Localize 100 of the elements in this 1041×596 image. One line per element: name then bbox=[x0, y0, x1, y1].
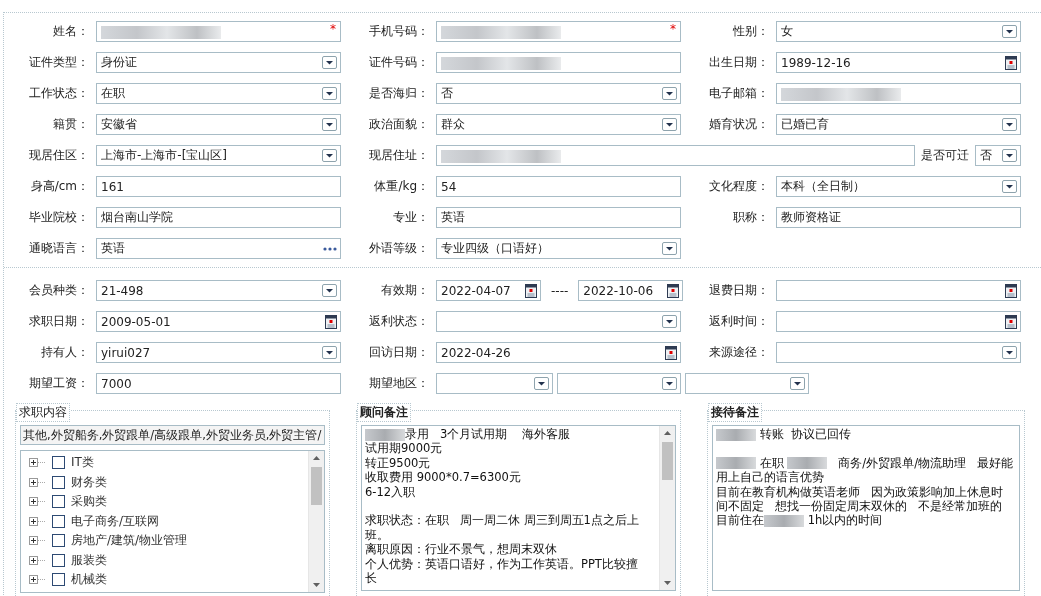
field-value: 否 bbox=[441, 85, 454, 102]
note-text: 在职 bbox=[758, 455, 785, 470]
field-value: 群众 bbox=[441, 116, 466, 133]
field-value: 1989-12-16 bbox=[781, 55, 852, 70]
field-value: 161 bbox=[101, 179, 125, 194]
note-text: 目前住在 bbox=[716, 513, 764, 528]
field-value: 英语 bbox=[441, 209, 466, 226]
text-field[interactable]: 161 bbox=[96, 176, 341, 197]
dropdown-field[interactable]: 本科（全日制） bbox=[776, 176, 1021, 197]
required-mark: * bbox=[670, 22, 676, 36]
dropdown-field[interactable]: 在职 bbox=[96, 83, 341, 104]
dropdown-field[interactable]: 已婚已育 bbox=[776, 114, 1021, 135]
panel-legend: 顾问备注 bbox=[357, 403, 411, 422]
dropdown-field[interactable]: 21-498 bbox=[96, 280, 341, 301]
field-label: 文化程度： bbox=[708, 178, 770, 195]
field-label: 体重/kg： bbox=[373, 178, 430, 195]
field-label: 有效期： bbox=[380, 282, 430, 299]
tree-item[interactable]: 房地产/建筑/物业管理 bbox=[71, 532, 188, 550]
date-field[interactable]: 2009-05-01 bbox=[96, 311, 341, 332]
note-text: 长 bbox=[365, 570, 377, 585]
field-value: yirui027 bbox=[101, 345, 152, 360]
note-text: 转正9500元 bbox=[365, 455, 431, 470]
field-label: 是否海归： bbox=[368, 85, 430, 102]
note-text: 用上自己的语言优势 bbox=[716, 470, 824, 485]
note-text: 试用期9000元 bbox=[365, 441, 443, 456]
field-value: 烟台南山学院 bbox=[101, 209, 174, 226]
note-text: 离职原因：行业不景气，想周末双休 bbox=[365, 542, 557, 557]
dropdown-field[interactable]: 群众 bbox=[436, 114, 681, 135]
date-field[interactable]: 2022-04-07 bbox=[436, 280, 541, 301]
field-value: 2022-10-06 bbox=[583, 283, 655, 298]
field-label: 通晓语言： bbox=[28, 240, 90, 257]
text-field[interactable]: 英语 bbox=[436, 207, 681, 228]
field-label: 籍贯： bbox=[52, 116, 90, 133]
field-label: 工作状态： bbox=[28, 85, 90, 102]
date-field[interactable]: 2022-04-26 bbox=[436, 342, 681, 363]
text-field[interactable]: 7000 bbox=[96, 373, 341, 394]
field-label: 期望工资： bbox=[28, 375, 90, 392]
note-text: 求职状态：在职 周一周二休 周三到周五1点之后上 bbox=[365, 513, 639, 528]
summary-field[interactable]: 其他,外贸船务,外贸跟单/高级跟单,外贸业务员,外贸主管/ bbox=[20, 425, 325, 445]
field-value: 2022-04-26 bbox=[441, 345, 512, 360]
dropdown-field[interactable]: 否 bbox=[436, 83, 681, 104]
field-label: 姓名： bbox=[52, 23, 90, 40]
text-field[interactable]: * bbox=[436, 21, 681, 42]
field-value: 2022-04-07 bbox=[441, 283, 512, 298]
note-text: 收取费用 9000*0.7=6300元 bbox=[365, 470, 521, 485]
note-text: 商务/外贸跟单/物流助理 最好能 bbox=[837, 455, 1013, 470]
tree-item[interactable]: 电子商务/互联网 bbox=[71, 512, 160, 530]
field-value: 已婚已育 bbox=[781, 116, 830, 133]
notes-area[interactable]: 录用 3个月试用期 海外客服 试用期9000元 转正9500元 收取费用 9000*0.7=6300元 6-12入职 求职状态：在职 周一周二休 周三到周五1点之后上 班。 离职原因：行业不景气，想周末双休 个人优势：英语口语好，作为工作英语。PPT比较擅 长 bbox=[361, 425, 676, 591]
text-field[interactable]: 54 bbox=[436, 176, 681, 197]
dropdown-field[interactable]: yirui027 bbox=[96, 342, 341, 363]
field-value: 上海市-上海市-[宝山区] bbox=[101, 147, 229, 164]
field-value: 安徽省 bbox=[101, 116, 138, 133]
field-label: 返利状态： bbox=[368, 313, 430, 330]
dropdown-field[interactable]: 否 bbox=[975, 145, 1021, 166]
field-label: 是否可迁 bbox=[920, 147, 970, 164]
field-value: 教师资格证 bbox=[781, 209, 842, 226]
required-mark: * bbox=[330, 22, 336, 36]
panel-legend: 求职内容 bbox=[16, 403, 70, 422]
field-label: 现居住址： bbox=[368, 147, 430, 164]
field-label: 回访日期： bbox=[368, 344, 430, 361]
dropdown-field[interactable]: 安徽省 bbox=[96, 114, 341, 135]
note-text: 转账 协议已回传 bbox=[758, 427, 851, 441]
text-field[interactable]: * bbox=[96, 21, 341, 42]
field-value: 英语 bbox=[101, 240, 126, 257]
field-value: 女 bbox=[781, 23, 794, 40]
note-text: 个人优势：英语口语好，作为工作英语。PPT比较擅 bbox=[365, 556, 638, 571]
lookup-field[interactable]: 英语 bbox=[96, 238, 341, 259]
dropdown-field[interactable]: 身份证 bbox=[96, 52, 341, 73]
notes-area[interactable]: 转账 协议已回传 在职 商务/外贸跟单/物流助理 最好能 用上自己的语言优势 目前在教育机构做英语老师 因为政策影响加上休息时 间不固定 想找一份固定周末双休的 不是经常加班的 目前住在 1h以内的时间 bbox=[712, 425, 1020, 591]
range-separator: ---- bbox=[550, 283, 570, 298]
field-value: 54 bbox=[441, 179, 458, 194]
field-label: 证件号码： bbox=[368, 54, 430, 71]
text-field[interactable]: 烟台南山学院 bbox=[96, 207, 341, 228]
field-value: 21-498 bbox=[101, 283, 145, 298]
field-label: 现居住区： bbox=[28, 147, 90, 164]
dropdown-field[interactable]: 女 bbox=[776, 21, 1021, 42]
text-field[interactable]: 教师资格证 bbox=[776, 207, 1021, 228]
note-text: 目前在教育机构做英语老师 因为政策影响加上休息时 bbox=[716, 484, 1003, 499]
note-text: 班。 bbox=[365, 527, 389, 542]
tree-item[interactable]: 采购类 bbox=[71, 493, 107, 511]
field-label: 持有人： bbox=[40, 344, 90, 361]
tree-item[interactable]: 财务类 bbox=[71, 473, 107, 491]
tree-item[interactable]: 服装类 bbox=[71, 551, 107, 569]
dropdown-field[interactable]: 上海市-上海市-[宝山区] bbox=[96, 145, 341, 166]
field-value: 否 bbox=[980, 147, 993, 164]
date-field[interactable]: 1989-12-16 bbox=[776, 52, 1021, 73]
field-label: 来源途径： bbox=[708, 344, 770, 361]
note-text: 间不固定 想找一份固定周末双休的 不是经常加班的 bbox=[716, 498, 1002, 513]
note-text: 录用 3个月试用期 海外客服 bbox=[405, 427, 570, 441]
field-value: 身份证 bbox=[101, 54, 138, 71]
field-label: 身高/cm： bbox=[29, 178, 90, 195]
field-label: 性别： bbox=[732, 23, 770, 40]
field-label: 求职日期： bbox=[28, 313, 90, 330]
date-field[interactable]: 2022-10-06 bbox=[578, 280, 684, 301]
tree-item[interactable]: IT类 bbox=[71, 454, 94, 472]
tree-item[interactable]: 机械类 bbox=[71, 571, 107, 589]
field-label: 政治面貌： bbox=[368, 116, 430, 133]
field-label: 电子邮箱： bbox=[708, 85, 770, 102]
dropdown-field[interactable]: 专业四级（口语好） bbox=[436, 238, 681, 259]
